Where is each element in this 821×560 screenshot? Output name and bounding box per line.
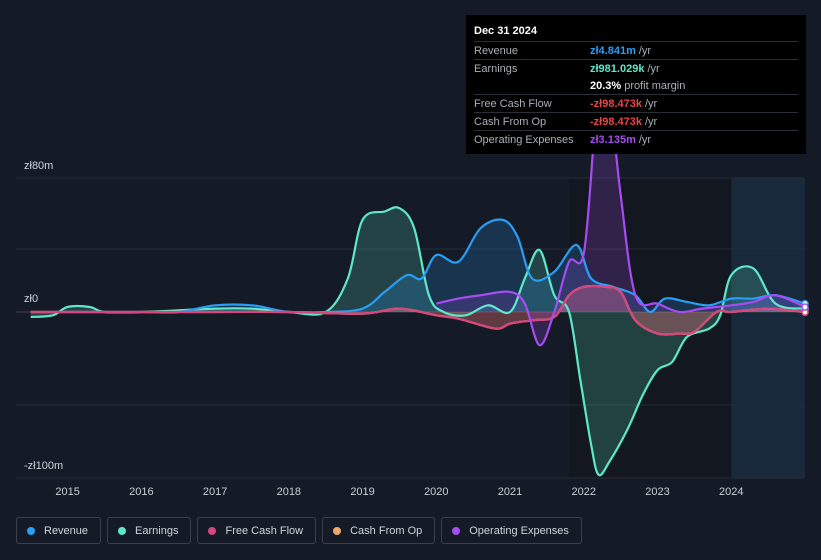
tooltip-unit: /yr	[638, 133, 652, 146]
tooltip-value: -zł98.473k	[590, 115, 642, 128]
y-tick-label-top: zł80m	[24, 160, 54, 172]
tooltip-unit: profit margin	[624, 79, 686, 92]
y-tick-label-bottom: -zł100m	[24, 460, 64, 472]
tooltip-row: Operating Expenses zł3.135m/yr	[474, 130, 798, 148]
y-tick-label-zero: zł0	[24, 293, 39, 305]
tooltip-row: Cash From Op -zł98.473k/yr	[474, 112, 798, 130]
tooltip-row: Revenue zł4.841m/yr	[474, 41, 798, 59]
x-tick-label: 2023	[645, 486, 669, 498]
x-axis: 2015 2016 2017 2018 2019 2020 2021 2022 2023 2024	[55, 486, 743, 498]
tooltip-row: 20.3% profit margin	[474, 77, 798, 94]
legend-item-earnings[interactable]: Earnings	[107, 517, 192, 544]
tooltip-label: Operating Expenses	[474, 133, 574, 146]
tooltip-unit: /yr	[644, 97, 658, 110]
x-tick-label: 2019	[350, 486, 374, 498]
tooltip-value: -zł98.473k	[590, 97, 642, 110]
x-tick-label: 2024	[719, 486, 743, 498]
tooltip-value: zł4.841m	[590, 44, 636, 57]
tooltip-label: Free Cash Flow	[474, 97, 552, 110]
legend-dot-icon	[333, 526, 342, 535]
forecast-region	[731, 178, 805, 478]
legend-label: Free Cash Flow	[225, 524, 304, 537]
tooltip-label: Revenue	[474, 44, 519, 57]
legend-label: Operating Expenses	[469, 524, 569, 537]
legend-item-cash-from-op[interactable]: Cash From Op	[322, 517, 436, 544]
tooltip: Dec 31 2024 Revenue zł4.841m/yr Earnings zł…	[466, 15, 806, 154]
legend-dot-icon	[208, 526, 217, 535]
tooltip-value: zł3.135m	[590, 133, 636, 146]
legend-item-revenue[interactable]: Revenue	[16, 517, 102, 544]
x-tick-label: 2018	[277, 486, 301, 498]
tooltip-row: Earnings zł981.029k/yr	[474, 59, 798, 77]
legend-dot-icon	[27, 526, 35, 535]
legend-label: Earnings	[135, 524, 179, 537]
legend-label: Revenue	[44, 524, 89, 537]
legend-dot-icon	[452, 526, 461, 535]
tooltip-label: Cash From Op	[474, 115, 547, 128]
tooltip-value: 20.3%	[590, 79, 622, 92]
operating-expenses-endpoint	[801, 303, 809, 311]
tooltip-unit: /yr	[644, 115, 658, 128]
legend-dot-icon	[118, 526, 127, 535]
x-tick-label: 2022	[572, 486, 596, 498]
x-tick-label: 2016	[129, 486, 153, 498]
tooltip-row: Free Cash Flow -zł98.473k/yr	[474, 94, 798, 112]
legend-item-free-cash-flow[interactable]: Free Cash Flow	[197, 517, 317, 544]
tooltip-label: Earnings	[474, 62, 518, 75]
x-tick-label: 2020	[424, 486, 448, 498]
x-tick-label: 2017	[203, 486, 227, 498]
x-tick-label: 2021	[498, 486, 522, 498]
legend-item-operating-expenses[interactable]: Operating Expenses	[441, 517, 582, 544]
legend-label: Cash From Op	[350, 524, 423, 537]
tooltip-value: zł981.029k	[590, 62, 645, 75]
legend: Revenue Earnings Free Cash Flow Cash From O…	[16, 517, 582, 544]
tooltip-date: Dec 31 2024	[474, 25, 537, 37]
tooltip-unit: /yr	[647, 62, 660, 75]
x-tick-label: 2015	[55, 486, 79, 498]
tooltip-unit: /yr	[638, 44, 652, 57]
